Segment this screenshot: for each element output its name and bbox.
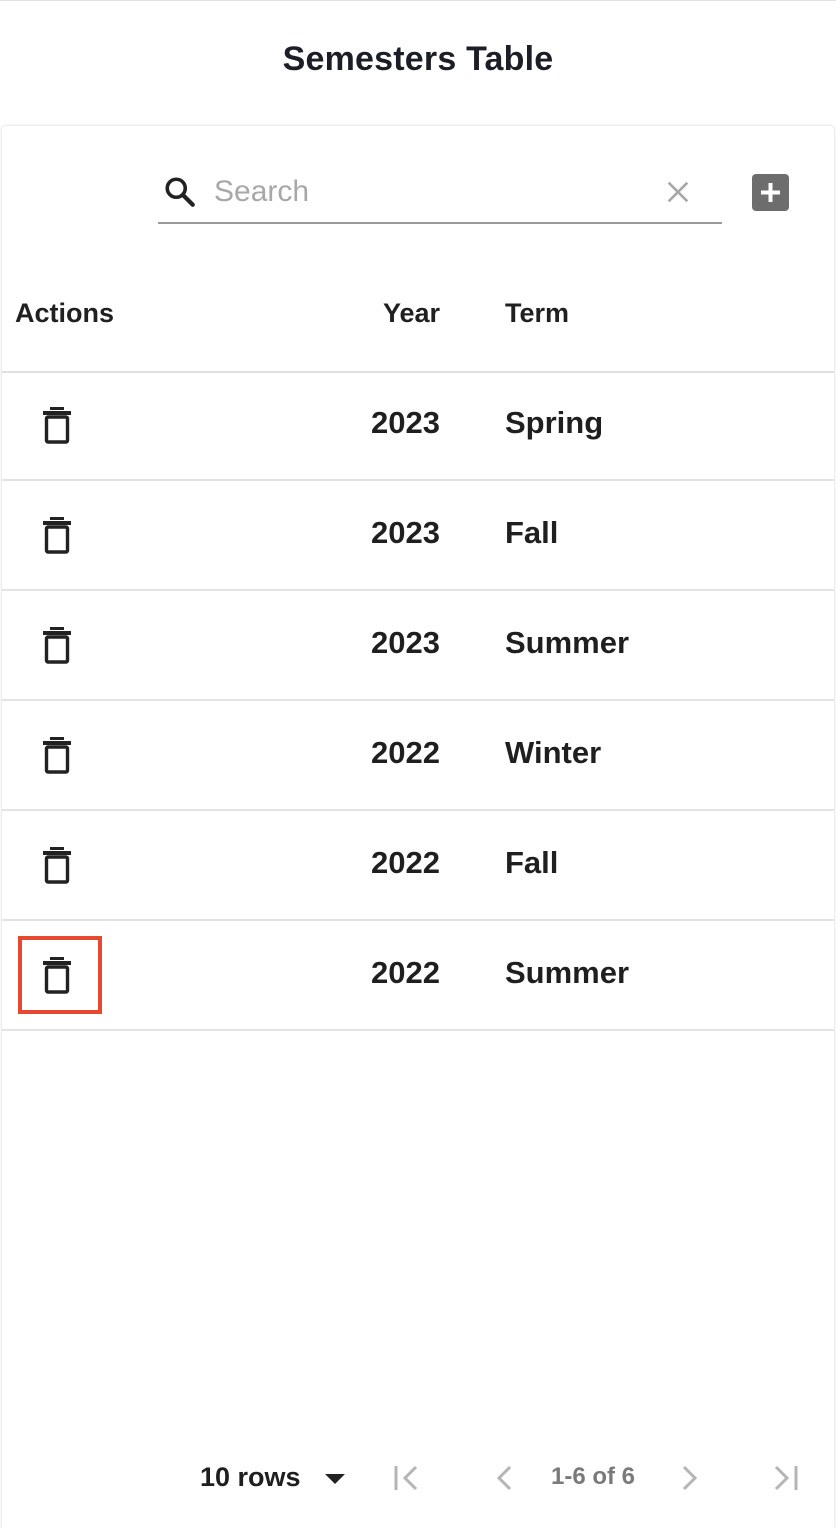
page: Semesters Table Search Actions Year Term… (0, 0, 836, 1528)
term-cell: Spring (505, 405, 604, 440)
year-cell: 2023 (371, 625, 440, 660)
caret-down-icon[interactable] (324, 1472, 346, 1484)
table-row: 2022 Summer (2, 921, 834, 1031)
search-input[interactable] (214, 170, 644, 214)
table-body: 2023 Spring 2023 Fall 2023 Summer 2022 W… (2, 371, 834, 1031)
term-cell: Winter (505, 735, 602, 770)
page-title: Semesters Table (282, 40, 554, 78)
table-row: 2023 Fall (2, 481, 834, 591)
pagination-range: 1-6 of 6 (551, 1463, 636, 1490)
column-header-term[interactable]: Term (505, 298, 569, 329)
search-field (158, 162, 722, 224)
semesters-table-card: Actions Year Term 2023 Spring (2, 126, 834, 1528)
term-cell: Fall (505, 515, 559, 550)
rows-per-page-select[interactable]: 10 rows (200, 1462, 301, 1493)
trash-icon (43, 957, 71, 994)
column-header-actions: Actions (15, 298, 115, 328)
year-cell: 2023 (371, 515, 440, 550)
chevron-right-icon[interactable] (674, 1462, 706, 1494)
plus-icon (761, 183, 780, 202)
table-row: 2022 Fall (2, 811, 834, 921)
column-header-year[interactable]: Year (383, 298, 440, 329)
trash-icon (43, 627, 71, 664)
last-page-icon[interactable] (770, 1462, 802, 1494)
table-header-row: Actions Year Term (2, 254, 834, 373)
delete-button[interactable] (18, 496, 102, 574)
table-row: 2023 Spring (2, 371, 834, 481)
top-divider (0, 0, 836, 1)
search-icon (162, 174, 198, 210)
table-row: 2022 Winter (2, 701, 834, 811)
delete-button[interactable] (18, 826, 102, 904)
trash-icon (43, 847, 71, 884)
chevron-left-icon[interactable] (488, 1462, 520, 1494)
year-cell: 2022 (371, 955, 440, 990)
table-row: 2023 Summer (2, 591, 834, 701)
trash-icon (43, 737, 71, 774)
delete-button[interactable] (18, 716, 102, 794)
pagination-bar: 10 rows 1-6 of 6 (2, 1446, 834, 1506)
delete-button[interactable] (18, 606, 102, 684)
add-semester-button[interactable] (752, 174, 789, 211)
trash-icon (43, 407, 71, 444)
term-cell: Fall (505, 845, 559, 880)
term-cell: Summer (505, 625, 630, 660)
year-cell: 2022 (371, 845, 440, 880)
trash-icon (43, 517, 71, 554)
first-page-icon[interactable] (390, 1462, 422, 1494)
delete-button-highlighted[interactable] (18, 936, 102, 1014)
year-cell: 2023 (371, 405, 440, 440)
year-cell: 2022 (371, 735, 440, 770)
close-icon[interactable] (662, 176, 694, 208)
term-cell: Summer (505, 955, 630, 990)
delete-button[interactable] (18, 386, 102, 464)
